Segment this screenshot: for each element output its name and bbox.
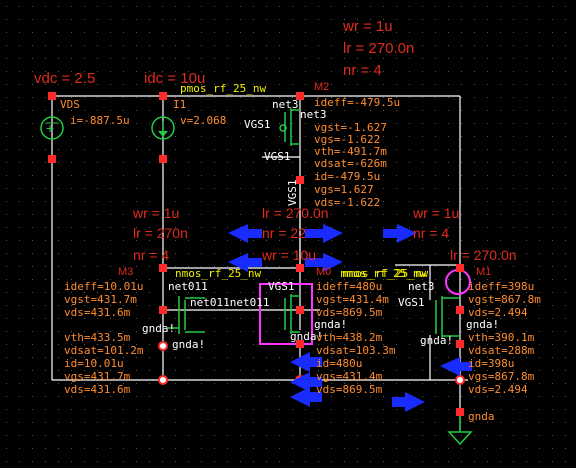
svg-text:vth=433.5m: vth=433.5m xyxy=(64,331,131,344)
svg-text:vth=390.1m: vth=390.1m xyxy=(468,331,535,344)
m1-gnd-1: gnda! xyxy=(466,318,499,331)
ground-label: gnda xyxy=(468,410,495,423)
svg-text:vds=869.5m: vds=869.5m xyxy=(316,383,383,396)
i1-voltage: v=2.068 xyxy=(180,114,226,127)
m3-gnd-2: gnda! xyxy=(172,338,205,351)
svg-text:vds=431.6m: vds=431.6m xyxy=(64,306,131,319)
m0-param-lr: lr = 270.0n xyxy=(262,205,329,221)
svg-text:ideff=398u: ideff=398u xyxy=(468,280,534,293)
m2-vertical-label: VGS1 xyxy=(286,180,299,207)
m3-net-b: net011net011 xyxy=(190,296,269,309)
svg-text:vgst=431.7m: vgst=431.7m xyxy=(64,293,137,306)
m1-highlight-ring[interactable] xyxy=(445,269,471,295)
m0-param-nr: nr = 22 xyxy=(262,225,306,241)
m1-param-wr: wr = 1u xyxy=(412,205,459,221)
svg-text:id=10.01u: id=10.01u xyxy=(64,357,124,370)
m2-annotations: ideff=-479.5u vgst=-1.627 vgs=-1.622 vth… xyxy=(314,96,400,209)
svg-text:id=480u: id=480u xyxy=(316,357,362,370)
m0-gate-label: VGS1 xyxy=(268,280,295,293)
m3-param-wr: wr = 1u xyxy=(132,205,179,221)
m2-model: pmos_rf_25_nw xyxy=(180,82,266,95)
svg-text:vgst=867.8m: vgst=867.8m xyxy=(468,293,541,306)
m1-model: nmos_rf_25_nw xyxy=(342,267,428,280)
m2-gate-label: VGS1 xyxy=(244,118,271,131)
svg-text:id=-479.5u: id=-479.5u xyxy=(314,170,380,183)
m1-param-lr: lr = 270.0n xyxy=(450,247,517,263)
svg-text:ideff=-479.5u: ideff=-479.5u xyxy=(314,96,400,109)
m2-param-lr: lr = 270.0n xyxy=(343,40,414,57)
m1-param-nr: nr = 4 xyxy=(413,225,449,241)
m3-param-lr: lr = 270n xyxy=(133,225,188,241)
svg-text:vdsat=288m: vdsat=288m xyxy=(468,344,535,357)
m2-name: M2 xyxy=(314,81,329,93)
svg-text:vds=869.5m: vds=869.5m xyxy=(316,306,383,319)
svg-text:id=398u: id=398u xyxy=(468,357,514,370)
m2-param-wr: wr = 1u xyxy=(342,18,393,35)
m2-net-under: net3 xyxy=(300,108,327,121)
m1-gate-label: VGS1 xyxy=(398,296,425,309)
svg-text:vgs=431.7m: vgs=431.7m xyxy=(64,370,131,383)
m3-net-a: net011 xyxy=(168,280,208,293)
m2-gate-label-2: VGS1 xyxy=(264,150,291,163)
svg-text:ideff=480u: ideff=480u xyxy=(316,280,382,293)
m0-name: M0 xyxy=(316,266,331,278)
m0-annotations: ideff=480u vgst=431.4m vds=869.5m vth=43… xyxy=(316,280,396,396)
transistor-m2[interactable] xyxy=(279,108,300,146)
schematic-canvas[interactable]: gnda + wr = 1u lr = 270.0n nr = 4 vdc = … xyxy=(0,0,576,468)
svg-text:ideff=10.01u: ideff=10.01u xyxy=(64,280,143,293)
m3-param-nr: nr = 4 xyxy=(133,247,169,263)
m1-name: M1 xyxy=(476,266,491,278)
vdc-label: vdc = 2.5 xyxy=(34,70,95,87)
m1-net: net3 xyxy=(408,280,435,293)
svg-text:vdsat=-626m: vdsat=-626m xyxy=(314,157,387,170)
svg-text:vth=438.2m: vth=438.2m xyxy=(316,331,383,344)
svg-text:vgs=1.627: vgs=1.627 xyxy=(314,183,374,196)
svg-text:vds=431.6m: vds=431.6m xyxy=(64,383,131,396)
svg-text:vdsat=101.2m: vdsat=101.2m xyxy=(64,344,144,357)
vds-source[interactable]: + xyxy=(40,116,64,140)
m3-annotations: ideff=10.01u vgst=431.7m vds=431.6m vth=… xyxy=(64,280,144,396)
vds-current: i=-887.5u xyxy=(70,114,130,127)
m3-name: M3 xyxy=(118,266,133,278)
m1-gnd-2: gnda! xyxy=(420,334,453,347)
svg-text:vds=2.494: vds=2.494 xyxy=(468,383,528,396)
m3-model: nmos_rf_25_nw xyxy=(175,267,261,280)
svg-text:vds=2.494: vds=2.494 xyxy=(468,306,528,319)
m3-gnd-1: gnda! xyxy=(142,322,175,335)
m2-param-nr: nr = 4 xyxy=(343,62,382,79)
m1-annotations: ideff=398u vgst=867.8m vds=2.494 vth=390… xyxy=(468,280,541,396)
svg-text:vgs=867.8m: vgs=867.8m xyxy=(468,370,535,383)
svg-text:vgst=431.4m: vgst=431.4m xyxy=(316,293,389,306)
svg-text:vdsat=103.3m: vdsat=103.3m xyxy=(316,344,396,357)
i1-name: I1 xyxy=(173,98,186,111)
svg-text:+: + xyxy=(46,120,54,136)
vds-name: VDS xyxy=(60,98,80,111)
svg-text:vgs=431.4m: vgs=431.4m xyxy=(316,370,383,383)
m0-param-wr: wr = 10u xyxy=(261,247,316,263)
m2-net-top: net3 xyxy=(272,98,299,111)
